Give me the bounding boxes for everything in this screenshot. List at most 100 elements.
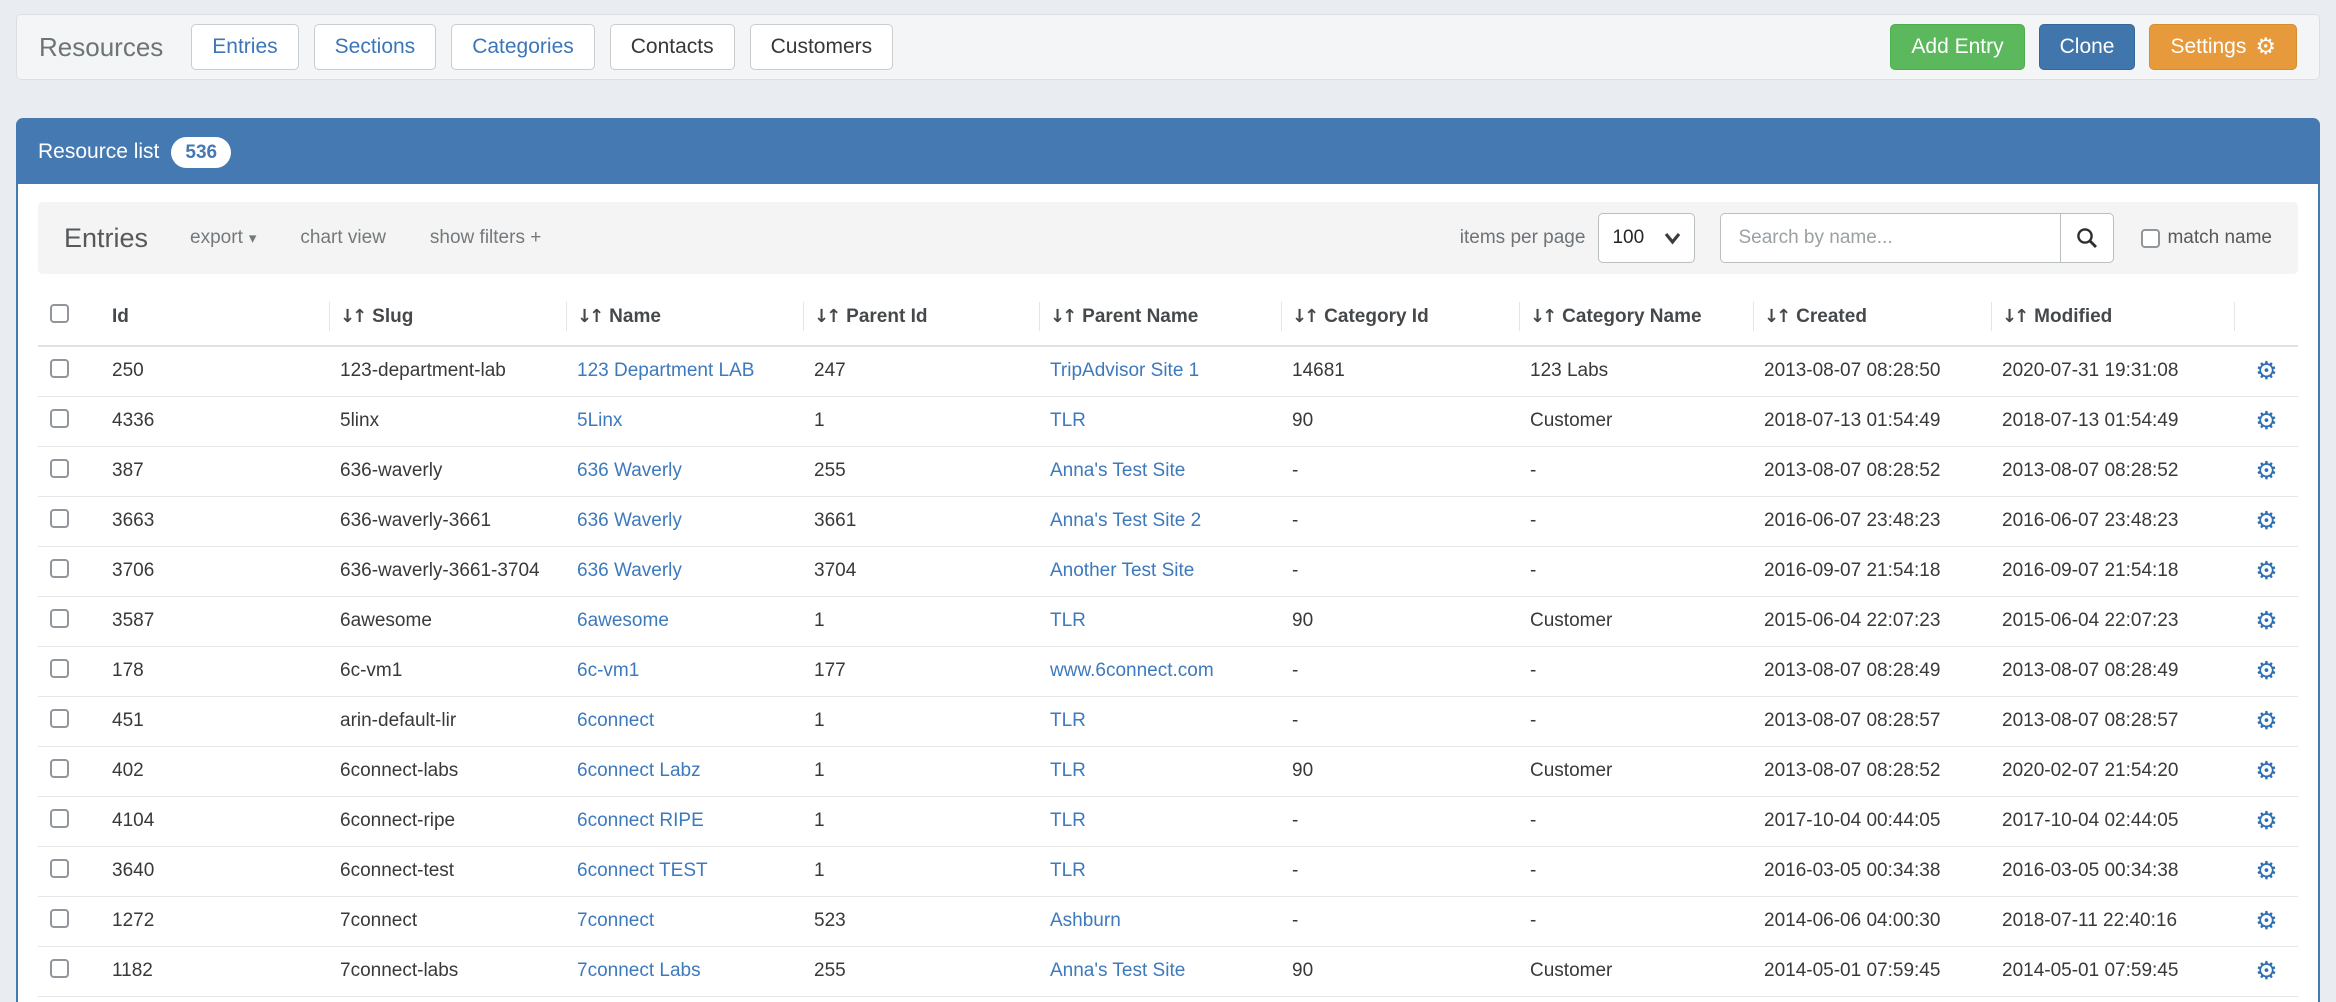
row-gear-icon[interactable]: ⚙ [2255, 656, 2277, 685]
cell-slug: 636-waverly-3661 [330, 496, 567, 546]
show-filters-link[interactable]: show filters + [430, 227, 541, 249]
row-checkbox[interactable] [50, 909, 69, 928]
parent_name-link[interactable]: Anna's Test Site [1050, 460, 1185, 481]
name-link[interactable]: 636 Waverly [577, 460, 682, 481]
row-gear-icon[interactable]: ⚙ [2255, 406, 2277, 435]
cell-parent_name: Anna's Test Site 2 [1040, 496, 1282, 546]
row-gear-icon[interactable]: ⚙ [2255, 856, 2277, 885]
row-checkbox[interactable] [50, 459, 69, 478]
entries-toolbar: Entries export▾ chart view show filters … [38, 202, 2298, 274]
add-entry-button[interactable]: Add Entry [1890, 24, 2024, 70]
search-input[interactable] [1720, 213, 2060, 263]
nav-button-sections[interactable]: Sections [314, 24, 437, 70]
search-button[interactable] [2060, 213, 2114, 263]
cell-parent_name: TLR [1040, 846, 1282, 896]
name-link[interactable]: 6connect RIPE [577, 810, 704, 831]
column-header-modified[interactable]: ↓↑Modified [1992, 288, 2235, 346]
row-gear-icon[interactable]: ⚙ [2255, 506, 2277, 535]
row-checkbox[interactable] [50, 859, 69, 878]
name-link[interactable]: 5Linx [577, 410, 622, 431]
cell-category_id: - [1282, 496, 1520, 546]
row-actions-cell: ⚙ [2235, 496, 2298, 546]
column-header-slug[interactable]: ↓↑Slug [330, 288, 567, 346]
row-gear-icon[interactable]: ⚙ [2255, 706, 2277, 735]
row-checkbox[interactable] [50, 809, 69, 828]
panel-body: Entries export▾ chart view show filters … [18, 184, 2318, 997]
cell-category_name: - [1520, 896, 1754, 946]
row-select-cell [38, 546, 102, 596]
name-link[interactable]: 7connect Labs [577, 960, 701, 981]
action-button-group: Add Entry Clone Settings⚙ [1890, 24, 2297, 70]
name-link[interactable]: 6c-vm1 [577, 660, 639, 681]
parent_name-link[interactable]: Another Test Site [1050, 560, 1194, 581]
parent_name-link[interactable]: Anna's Test Site [1050, 960, 1185, 981]
chart-view-link[interactable]: chart view [300, 227, 386, 249]
column-header-category-id[interactable]: ↓↑Category Id [1282, 288, 1520, 346]
cell-id: 3663 [102, 496, 330, 546]
row-actions-cell: ⚙ [2235, 546, 2298, 596]
name-link[interactable]: 6connect TEST [577, 860, 708, 881]
cell-parent_id: 1 [804, 846, 1040, 896]
row-gear-icon[interactable]: ⚙ [2255, 606, 2277, 635]
parent_name-link[interactable]: TLR [1050, 710, 1086, 731]
row-select-cell [38, 696, 102, 746]
row-gear-icon[interactable]: ⚙ [2255, 956, 2277, 985]
match-name-checkbox[interactable] [2141, 229, 2160, 248]
parent_name-link[interactable]: TLR [1050, 860, 1086, 881]
resource-nav-group: Entries Sections Categories Contacts Custome… [191, 24, 893, 70]
name-link[interactable]: 6connect [577, 710, 654, 731]
parent_name-link[interactable]: TLR [1050, 760, 1086, 781]
nav-button-entries[interactable]: Entries [191, 24, 298, 70]
cell-slug: 123-department-lab [330, 346, 567, 396]
row-checkbox[interactable] [50, 359, 69, 378]
parent_name-link[interactable]: TLR [1050, 410, 1086, 431]
cell-parent_name: TLR [1040, 746, 1282, 796]
row-gear-icon[interactable]: ⚙ [2255, 356, 2277, 385]
parent_name-link[interactable]: www.6connect.com [1050, 660, 1214, 681]
parent_name-link[interactable]: TripAdvisor Site 1 [1050, 360, 1199, 381]
cell-slug: 7connect [330, 896, 567, 946]
items-per-page-select[interactable]: 100 [1598, 213, 1695, 263]
row-checkbox[interactable] [50, 559, 69, 578]
name-link[interactable]: 636 Waverly [577, 510, 682, 531]
clone-button[interactable]: Clone [2039, 24, 2136, 70]
column-header-parent-name[interactable]: ↓↑Parent Name [1040, 288, 1282, 346]
select-all-checkbox[interactable] [50, 304, 69, 323]
name-link[interactable]: 7connect [577, 910, 654, 931]
row-checkbox[interactable] [50, 759, 69, 778]
parent_name-link[interactable]: TLR [1050, 810, 1086, 831]
panel-title: Resource list [38, 140, 159, 164]
export-menu[interactable]: export▾ [190, 227, 256, 249]
search-icon [2075, 226, 2099, 250]
parent_name-link[interactable]: TLR [1050, 610, 1086, 631]
row-checkbox[interactable] [50, 509, 69, 528]
cell-created: 2013-08-07 08:28:52 [1754, 746, 1992, 796]
match-name-option: match name [2141, 227, 2272, 249]
column-header-created[interactable]: ↓↑Created [1754, 288, 1992, 346]
row-gear-icon[interactable]: ⚙ [2255, 806, 2277, 835]
row-gear-icon[interactable]: ⚙ [2255, 906, 2277, 935]
settings-button[interactable]: Settings⚙ [2149, 24, 2297, 70]
row-gear-icon[interactable]: ⚙ [2255, 456, 2277, 485]
row-gear-icon[interactable]: ⚙ [2255, 756, 2277, 785]
cell-modified: 2018-07-11 22:40:16 [1992, 896, 2235, 946]
row-checkbox[interactable] [50, 609, 69, 628]
row-gear-icon[interactable]: ⚙ [2255, 556, 2277, 585]
column-header-name[interactable]: ↓↑Name [567, 288, 804, 346]
row-checkbox[interactable] [50, 709, 69, 728]
row-checkbox[interactable] [50, 959, 69, 978]
parent_name-link[interactable]: Anna's Test Site 2 [1050, 510, 1201, 531]
column-header-parent-id[interactable]: ↓↑Parent Id [804, 288, 1040, 346]
name-link[interactable]: 123 Department LAB [577, 360, 754, 381]
nav-button-contacts[interactable]: Contacts [610, 24, 735, 70]
cell-slug: 6connect-ripe [330, 796, 567, 846]
column-header-category-name[interactable]: ↓↑Category Name [1520, 288, 1754, 346]
nav-button-customers[interactable]: Customers [750, 24, 894, 70]
name-link[interactable]: 636 Waverly [577, 560, 682, 581]
parent_name-link[interactable]: Ashburn [1050, 910, 1121, 931]
name-link[interactable]: 6awesome [577, 610, 669, 631]
row-checkbox[interactable] [50, 659, 69, 678]
nav-button-categories[interactable]: Categories [451, 24, 595, 70]
row-checkbox[interactable] [50, 409, 69, 428]
name-link[interactable]: 6connect Labz [577, 760, 701, 781]
